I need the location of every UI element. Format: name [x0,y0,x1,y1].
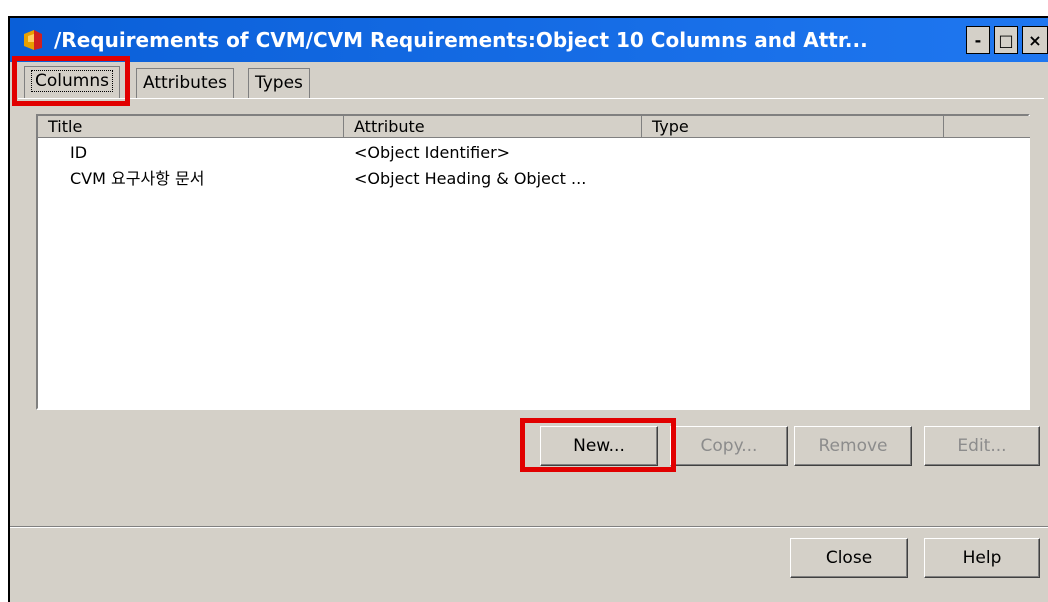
row-title: CVM 요구사항 문서 [70,169,205,188]
close-icon: × [1028,30,1042,50]
column-header-type[interactable]: Type [642,116,944,138]
remove-button[interactable]: Remove [794,426,912,466]
close-window-button[interactable]: × [1022,26,1048,54]
tab-types-label: Types [255,73,303,93]
column-header-attribute[interactable]: Attribute [344,116,642,138]
table-row[interactable]: CVM 요구사항 문서 <Object Heading & Object ... [38,168,1028,192]
row-attribute: <Object Heading & Object ... [354,169,587,188]
columns-list[interactable]: Title Attribute Type ID <Object Identifi… [36,114,1030,410]
tab-attributes-label: Attributes [143,73,227,93]
new-button-highlight [520,418,676,472]
minimize-button[interactable]: - [966,26,990,54]
title-bar[interactable]: /Requirements of CVM/CVM Requirements:Ob… [10,18,1048,62]
window-title: /Requirements of CVM/CVM Requirements:Ob… [54,28,868,52]
maximize-button[interactable]: □ [994,26,1018,54]
tab-attributes[interactable]: Attributes [136,68,234,98]
tab-columns-label: Columns [31,70,113,92]
minimize-icon: - [974,30,982,50]
copy-button[interactable]: Copy... [670,426,788,466]
column-header-filler [944,116,1030,138]
column-header-title[interactable]: Title [38,116,344,138]
help-button[interactable]: Help [924,538,1040,578]
tab-strip: Columns Attributes Types [10,62,1048,100]
row-attribute: <Object Identifier> [354,143,511,162]
tab-columns[interactable]: Columns [24,66,120,98]
dialog-window: /Requirements of CVM/CVM Requirements:Ob… [8,16,1048,602]
tab-types[interactable]: Types [248,68,310,98]
close-button[interactable]: Close [790,538,908,578]
app-icon [24,30,42,50]
divider [10,526,1048,528]
edit-button[interactable]: Edit... [924,426,1040,466]
row-title: ID [70,143,88,162]
table-row[interactable]: ID <Object Identifier> [38,142,1028,166]
maximize-icon: □ [998,30,1014,50]
